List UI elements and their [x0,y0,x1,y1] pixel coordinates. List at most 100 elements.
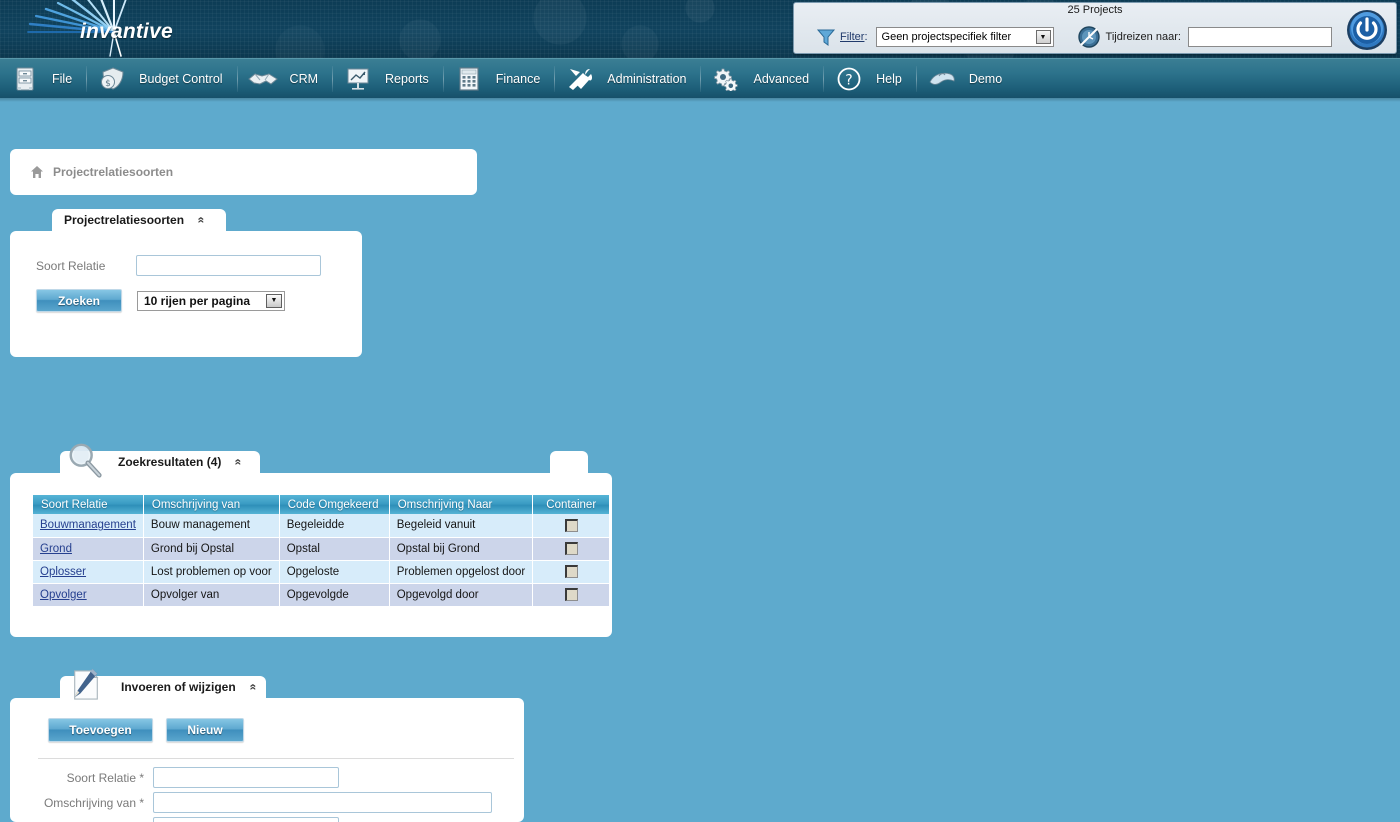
edit-panel-body: Toevoegen Nieuw Soort Relatie * Omschrij… [10,698,524,822]
row-link[interactable]: Grond [40,543,72,555]
menu-item-demo[interactable]: Demo [917,59,1016,99]
menu-item-label: CRM [289,71,319,86]
menu-item-label: Budget Control [139,71,223,86]
menu-item-help[interactable]: ? Help [824,59,916,99]
menu-item-label: Finance [495,71,541,86]
omschrijving-van-input[interactable] [153,792,492,813]
gears-icon [711,65,741,93]
cell-soort-relatie: Oplosser [33,560,144,584]
add-button[interactable]: Toevoegen [48,718,153,742]
soort-relatie-search-input[interactable] [136,255,321,276]
cell-container [532,537,611,561]
magnifier-icon [69,443,102,478]
col-soort-relatie[interactable]: Soort Relatie [33,495,144,514]
container-checkbox[interactable] [564,542,578,555]
main-menu-bar: File $ Budget Control CRM Reports Financ… [0,58,1400,102]
cell-omschrijving-naar: Problemen opgelost door [389,560,534,584]
cell-omschrijving-naar: Opstal bij Grond [389,537,534,561]
cell-code-omgekeerd: Begeleidde [279,514,390,538]
col-code-omgekeerd[interactable]: Code Omgekeerd [279,495,390,514]
time-travel-icon[interactable] [1077,26,1100,48]
field-label: Soort Relatie * [66,770,144,785]
menu-item-label: Help [876,71,902,86]
rows-per-page-value: 10 rijen per pagina [144,293,251,308]
col-omschrijving-naar[interactable]: Omschrijving Naar [389,495,534,514]
page-content: Projectrelatiesoorten Projectrelatiesoor… [0,98,1400,822]
search-panel-tab[interactable]: Projectrelatiesoorten « [52,209,226,231]
results-panel-title: Zoekresultaten (4) [118,455,222,469]
menu-item-advanced[interactable]: Advanced [701,59,823,99]
row-link[interactable]: Oplosser [40,566,86,578]
cell-container [532,560,611,584]
chevron-down-icon[interactable]: ▼ [1035,30,1051,44]
container-checkbox[interactable] [564,565,578,578]
app-logo[interactable]: invantive [22,0,212,58]
new-button[interactable]: Nieuw [166,718,244,742]
project-filter-value: Geen projectspecifiek filter [881,31,1012,43]
search-panel-title: Projectrelatiesoorten [64,213,185,227]
timetravel-input[interactable] [1187,27,1332,47]
col-container[interactable]: Container [532,495,611,514]
edit-panel-title: Invoeren of wijzigen [121,680,236,694]
collapse-chevron-icon[interactable]: « [246,684,260,691]
rows-per-page-select[interactable]: 10 rijen per pagina ▼ [137,290,285,311]
project-count-label: 25 Projects [1067,4,1123,16]
menu-item-crm[interactable]: CRM [238,59,332,99]
row-link[interactable]: Opvolger [40,589,87,601]
dolphin-icon [927,65,957,93]
home-icon[interactable] [30,165,44,179]
menu-item-label: Reports [385,71,429,86]
timetravel-label: Tijdreizen naar: [1105,31,1181,43]
results-panel-body: Soort Relatie Omschrijving van Code Omge… [10,473,612,637]
table-row[interactable]: Grond Grond bij Opstal Opstal Opstal bij… [33,537,611,561]
cell-soort-relatie: Bouwmanagement [33,514,144,538]
table-row[interactable]: Opvolger Opvolger van Opgevolgde Opgevol… [33,583,611,607]
cell-omschrijving-van: Opvolger van [143,583,280,607]
container-checkbox[interactable] [564,518,578,532]
table-row[interactable]: Oplosser Lost problemen op voor Opgelost… [33,560,611,584]
power-icon[interactable] [1346,9,1388,51]
table-row[interactable]: Bouwmanagement Bouw management Begeleidd… [33,514,611,538]
search-button[interactable]: Zoeken [36,289,122,312]
menu-item-label: Demo [968,71,1003,86]
cell-omschrijving-van: Bouw management [143,514,280,538]
cell-code-omgekeerd: Opgeloste [279,560,390,584]
edit-panel: Invoeren of wijzigen « Toevoegen Nieuw S… [10,669,524,822]
presentation-chart-icon [343,65,373,93]
code-omgekeerd-input[interactable] [153,817,339,822]
form-row-soort-relatie: Soort Relatie * [10,767,492,788]
handshake-icon [247,65,278,93]
collapse-chevron-icon[interactable]: « [232,459,246,466]
cell-code-omgekeerd: Opgevolgde [279,583,390,607]
cell-soort-relatie: Grond [33,537,144,561]
menu-item-file[interactable]: File [0,59,86,99]
chevron-down-icon[interactable]: ▼ [266,293,282,308]
filter-label[interactable]: Filter: [840,31,868,43]
funnel-icon [816,29,836,46]
menu-item-finance[interactable]: Finance [444,59,554,99]
results-panel-extra-tab[interactable] [550,451,588,473]
search-panel-body: Soort Relatie Zoeken 10 rijen per pagina… [10,231,362,357]
collapse-chevron-icon[interactable]: « [194,217,208,224]
logo-text: invantive [80,20,173,43]
row-link[interactable]: Bouwmanagement [40,519,136,531]
cell-code-omgekeerd: Opstal [279,537,390,561]
menu-item-label: Advanced [753,71,810,86]
cell-omschrijving-van: Lost problemen op voor [143,560,280,584]
menu-item-budget-control[interactable]: $ Budget Control [87,59,236,99]
col-omschrijving-van[interactable]: Omschrijving van [143,495,280,514]
breadcrumb: Projectrelatiesoorten [10,149,477,195]
cell-omschrijving-van: Grond bij Opstal [143,537,280,561]
project-filter-select[interactable]: Geen projectspecifiek filter ▼ [875,27,1054,47]
soort-relatie-search-label: Soort Relatie [36,258,106,273]
pencil-document-icon [74,669,99,700]
soort-relatie-input[interactable] [153,767,339,788]
container-checkbox[interactable] [564,588,578,601]
tools-icon [565,65,595,93]
table-header-row: Soort Relatie Omschrijving van Code Omge… [33,495,611,514]
breadcrumb-text[interactable]: Projectrelatiesoorten [53,165,173,179]
menu-item-administration[interactable]: Administration [555,59,700,99]
menu-item-reports[interactable]: Reports [333,59,443,99]
question-mark-icon: ? [834,65,864,93]
section-divider [38,758,514,759]
